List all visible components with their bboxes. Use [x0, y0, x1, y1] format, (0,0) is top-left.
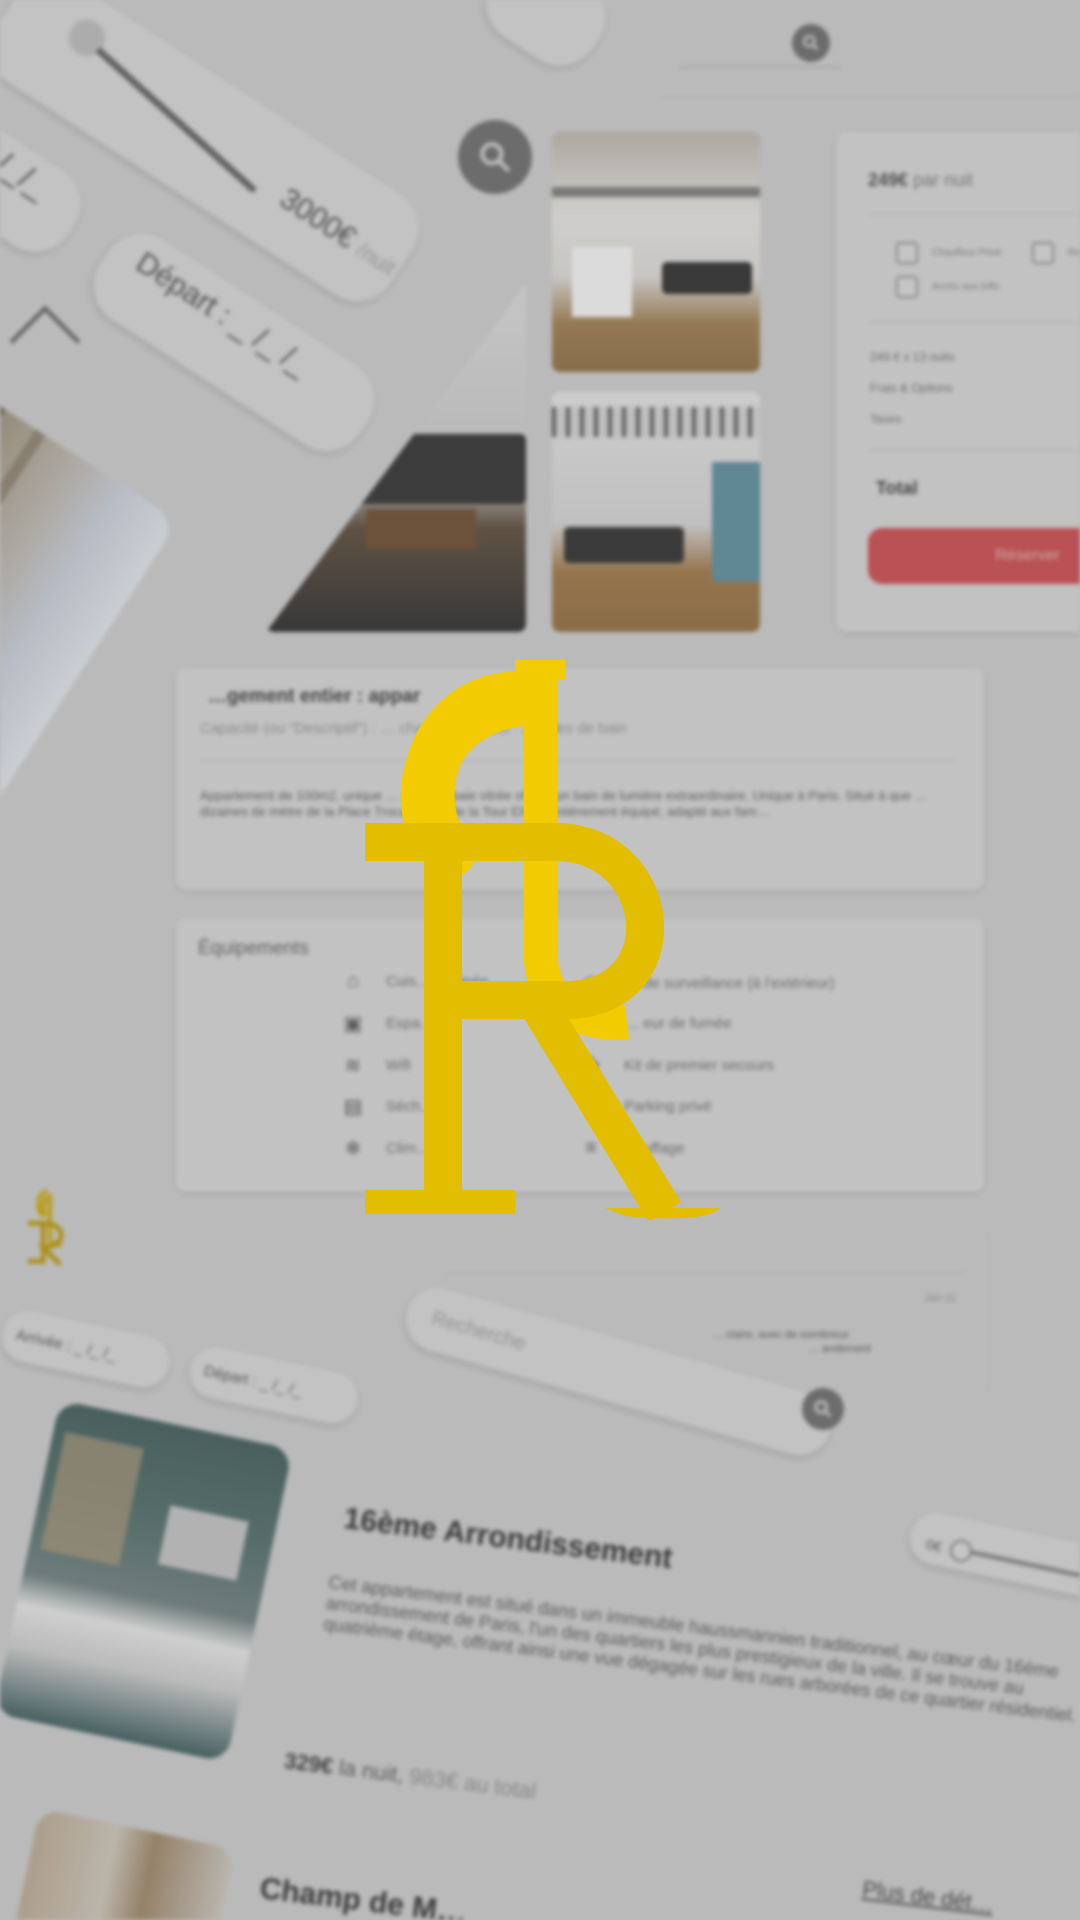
logo-l-serif-top: [515, 660, 565, 680]
logo-r-serif-bottom: [365, 1190, 515, 1214]
logo-leg-foot: [605, 1208, 720, 1219]
logo-r-serif-top: [365, 828, 465, 858]
brand-logo: [365, 660, 720, 1220]
